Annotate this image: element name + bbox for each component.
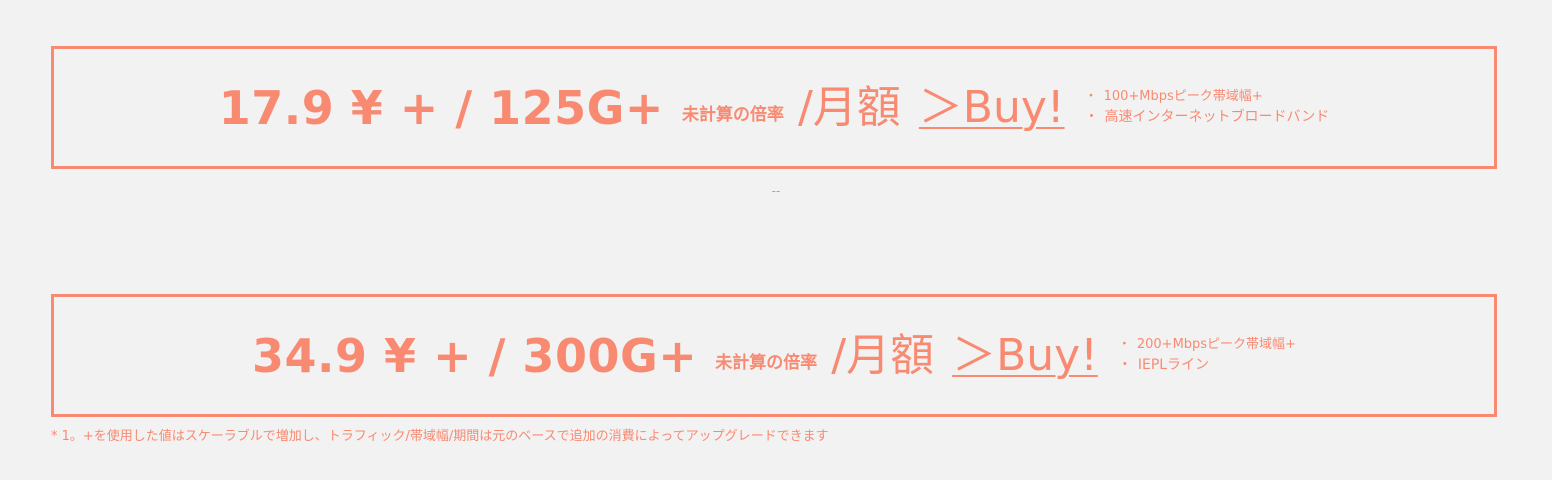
feature-text: 200+Mbpsピーク帯域幅+: [1136, 336, 1296, 352]
plan-card-1: 17.9 ¥ + / 125G+ 未計算の倍率 /月額 ＞Buy! ・ 100+M…: [51, 46, 1497, 169]
plan-row: 17.9 ¥ + / 125G+ 未計算の倍率 /月額 ＞Buy! ・ 100+M…: [219, 85, 1330, 131]
bullet: ・: [1117, 336, 1131, 352]
plan-price: 17.9 ¥ + / 125G+: [218, 80, 664, 135]
billing-period: /月額: [831, 329, 935, 381]
bullet: ・: [1084, 109, 1099, 126]
feature-list: ・ 200+Mbpsピーク帯域幅+ ・ IEPLライン: [1118, 337, 1296, 374]
feature-item: ・ IEPLライン: [1118, 357, 1296, 374]
feature-text: 100+Mbpsピーク帯域幅+: [1103, 88, 1263, 104]
feature-item: ・ 200+Mbpsピーク帯域幅+: [1118, 337, 1296, 353]
buy-link[interactable]: ＞Buy!: [919, 85, 1065, 130]
bullet: ・: [1084, 88, 1098, 104]
bullet: ・: [1117, 357, 1132, 374]
feature-text: 高速インターネットブロードバンド: [1104, 109, 1330, 126]
billing-period: /月額: [797, 81, 901, 133]
feature-text: IEPLライン: [1137, 357, 1210, 374]
plan-card-2: 34.9 ¥ + / 300G+ 未計算の倍率 /月額 ＞Buy! ・ 200+M…: [51, 294, 1497, 417]
rate-note: 未計算の倍率: [715, 353, 818, 373]
buy-link[interactable]: ＞Buy!: [952, 333, 1098, 378]
footnote: * 1。+を使用した値はスケーラブルで増加し、トラフィック/帯域幅/期間は元のベ…: [51, 429, 829, 444]
feature-item: ・ 100+Mbpsピーク帯域幅+: [1085, 89, 1330, 105]
feature-item: ・高速インターネットブロードバンド: [1085, 109, 1330, 126]
plan-price: 34.9 ¥ + / 300G+: [252, 328, 698, 383]
separator: --: [771, 184, 781, 198]
rate-note: 未計算の倍率: [681, 105, 784, 125]
plan-row: 34.9 ¥ + / 300G+ 未計算の倍率 /月額 ＞Buy! ・ 200+M…: [252, 333, 1296, 379]
feature-list: ・ 100+Mbpsピーク帯域幅+ ・高速インターネットブロードバンド: [1085, 89, 1330, 126]
